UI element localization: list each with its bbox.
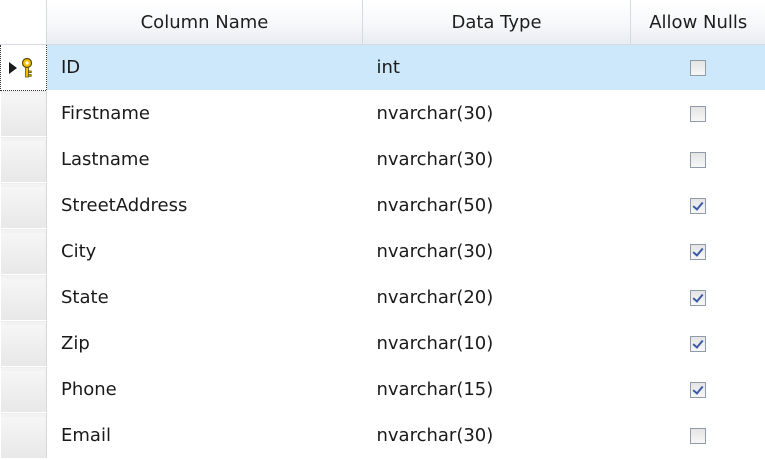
data-type-cell[interactable]: nvarchar(30) [362, 90, 631, 137]
allow-nulls-cell [630, 320, 765, 367]
allow-nulls-checkbox[interactable] [690, 336, 706, 352]
row-selector[interactable] [0, 274, 47, 321]
table-row[interactable]: Zip nvarchar(10) [0, 320, 765, 367]
table-row[interactable]: City nvarchar(30) [0, 228, 765, 275]
table-row[interactable]: StreetAddress nvarchar(50) [0, 182, 765, 229]
row-selector[interactable] [0, 136, 47, 183]
column-name-header[interactable]: Column Name [46, 0, 363, 45]
row-selector[interactable] [0, 90, 47, 137]
column-grid: Column Name Data Type Allow Nulls ID int… [0, 0, 765, 459]
row-selector-face [0, 325, 45, 362]
allow-nulls-cell [630, 228, 765, 275]
allow-nulls-cell [630, 182, 765, 229]
column-name-cell[interactable]: Phone [46, 366, 363, 413]
row-selector[interactable] [0, 44, 47, 91]
allow-nulls-checkbox[interactable] [690, 290, 706, 306]
grid-body: ID int Firstname nvarchar(30) Lastname n… [0, 44, 765, 459]
allow-nulls-checkbox[interactable] [690, 152, 706, 168]
row-selector[interactable] [0, 182, 47, 229]
table-row[interactable]: Lastname nvarchar(30) [0, 136, 765, 183]
column-name-cell[interactable]: Zip [46, 320, 363, 367]
data-type-header[interactable]: Data Type [362, 0, 631, 45]
column-name-cell[interactable]: Lastname [46, 136, 363, 183]
table-designer: Column Name Data Type Allow Nulls ID int… [0, 0, 765, 460]
column-name-cell[interactable]: Firstname [46, 90, 363, 137]
allow-nulls-cell [630, 44, 765, 91]
column-name-cell[interactable]: City [46, 228, 363, 275]
allow-nulls-checkbox[interactable] [690, 428, 706, 444]
data-type-cell[interactable]: nvarchar(30) [362, 228, 631, 275]
allow-nulls-cell [630, 136, 765, 183]
row-selector-face [0, 187, 45, 224]
data-type-cell[interactable]: nvarchar(10) [362, 320, 631, 367]
allow-nulls-header[interactable]: Allow Nulls [630, 0, 765, 45]
allow-nulls-cell [630, 274, 765, 321]
row-selector-face [0, 417, 45, 454]
row-selector-face [0, 95, 45, 132]
data-type-cell[interactable]: nvarchar(30) [362, 136, 631, 183]
data-type-cell[interactable]: nvarchar(30) [362, 412, 631, 459]
allow-nulls-checkbox[interactable] [690, 198, 706, 214]
header-row: Column Name Data Type Allow Nulls [0, 0, 765, 45]
column-name-cell[interactable]: State [46, 274, 363, 321]
row-selector[interactable] [0, 366, 47, 413]
column-name-cell[interactable]: ID [46, 44, 363, 91]
allow-nulls-checkbox[interactable] [690, 106, 706, 122]
column-name-cell[interactable]: StreetAddress [46, 182, 363, 229]
row-selector[interactable] [0, 228, 47, 275]
table-row[interactable]: ID int [0, 44, 765, 91]
table-row[interactable]: Firstname nvarchar(30) [0, 90, 765, 137]
data-type-cell[interactable]: nvarchar(15) [362, 366, 631, 413]
row-selector-face [0, 371, 45, 408]
row-selector[interactable] [0, 320, 47, 367]
primary-key-icon [21, 57, 33, 77]
data-type-cell[interactable]: nvarchar(20) [362, 274, 631, 321]
data-type-cell[interactable]: nvarchar(50) [362, 182, 631, 229]
allow-nulls-checkbox[interactable] [690, 244, 706, 260]
allow-nulls-checkbox[interactable] [690, 60, 706, 76]
table-row[interactable]: State nvarchar(20) [0, 274, 765, 321]
primary-key-marker [7, 57, 41, 79]
allow-nulls-cell [630, 412, 765, 459]
row-selector-face [0, 279, 45, 316]
allow-nulls-cell [630, 90, 765, 137]
allow-nulls-cell [630, 366, 765, 413]
column-name-cell[interactable]: Email [46, 412, 363, 459]
row-selector-face [0, 141, 45, 178]
row-selector[interactable] [0, 412, 47, 459]
row-selector-face [0, 233, 45, 270]
row-pointer-icon [9, 61, 17, 74]
table-row[interactable]: Email nvarchar(30) [0, 412, 765, 459]
table-row[interactable]: Phone nvarchar(15) [0, 366, 765, 413]
row-selector-header[interactable] [0, 0, 47, 45]
allow-nulls-checkbox[interactable] [690, 382, 706, 398]
data-type-cell[interactable]: int [362, 44, 631, 91]
